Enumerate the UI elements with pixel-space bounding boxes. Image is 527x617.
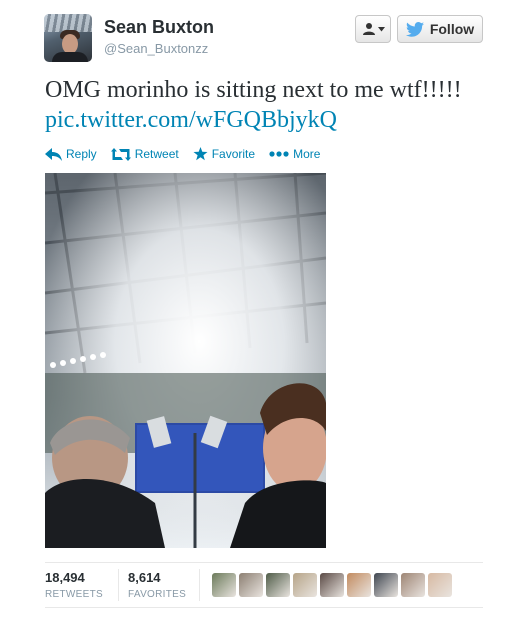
tweet-text: OMG morinho is sitting next to me wtf!!!… (45, 77, 462, 103)
favoriter-avatar[interactable] (428, 573, 452, 597)
more-button[interactable]: More (269, 147, 320, 161)
favoriter-avatar[interactable] (266, 573, 290, 597)
favoriter-avatar[interactable] (320, 573, 344, 597)
avatar-body (52, 52, 88, 62)
stadium-selfie-image (45, 173, 326, 548)
caret-down-icon (377, 26, 385, 31)
user-avatar[interactable] (44, 14, 92, 62)
star-icon (193, 147, 208, 161)
favorite-label: Favorite (211, 147, 256, 161)
favoriters-avatars (212, 573, 452, 597)
retweets-stat[interactable]: 18,494 RETWEETS (45, 570, 103, 600)
stats-separator (118, 569, 119, 601)
stats-divider-top (45, 562, 483, 563)
stats-divider-bottom (45, 607, 483, 608)
favorites-count: 8,614 (128, 570, 161, 585)
person-icon (362, 23, 375, 35)
favorites-stat[interactable]: 8,614 FAVORITES (128, 570, 186, 600)
tweet-media-link[interactable]: pic.twitter.com/wFGQBbjykQ (45, 106, 337, 134)
favoriter-avatar[interactable] (347, 573, 371, 597)
retweet-button[interactable]: Retweet (110, 147, 179, 161)
tweet-actions: Reply Retweet Favorite More (45, 145, 334, 163)
favorite-button[interactable]: Favorite (193, 147, 255, 161)
retweets-count: 18,494 (45, 570, 85, 585)
avatar-face (62, 34, 78, 54)
retweet-icon (110, 147, 131, 161)
ellipsis-icon (269, 151, 289, 157)
user-name[interactable]: Sean Buxton (104, 17, 214, 38)
tweet-photo[interactable] (45, 173, 326, 548)
more-label: More (293, 147, 321, 161)
twitter-bird-icon (405, 21, 424, 37)
follow-button[interactable]: Follow (397, 15, 483, 43)
favoriter-avatar[interactable] (401, 573, 425, 597)
favoriter-avatar[interactable] (374, 573, 398, 597)
reply-label: Reply (66, 147, 97, 161)
favoriter-avatar[interactable] (239, 573, 263, 597)
favorites-label: FAVORITES (128, 589, 187, 600)
favoriter-avatar[interactable] (293, 573, 317, 597)
follow-label: Follow (429, 21, 475, 37)
stats-separator-2 (199, 569, 200, 601)
user-handle[interactable]: @Sean_Buxtonzz (104, 41, 208, 56)
reply-button[interactable]: Reply (45, 147, 97, 161)
favoriter-avatar[interactable] (212, 573, 236, 597)
user-actions-dropdown[interactable] (355, 15, 391, 43)
reply-arrow-icon (45, 147, 62, 161)
retweet-label: Retweet (134, 147, 179, 161)
retweets-label: RETWEETS (45, 589, 103, 600)
